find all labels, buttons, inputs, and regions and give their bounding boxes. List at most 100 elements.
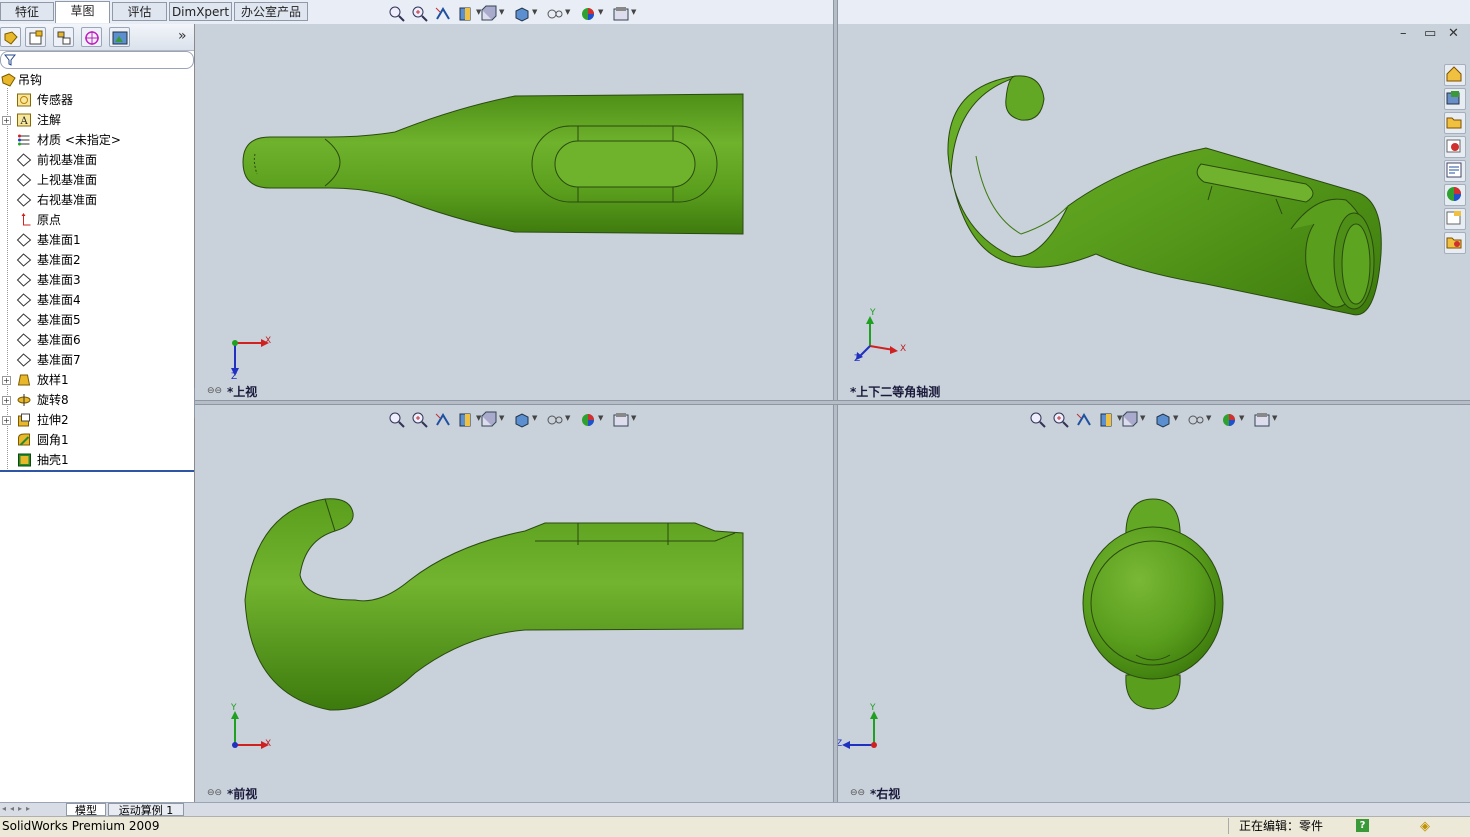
design-library-icon[interactable] xyxy=(1444,88,1466,110)
apply-scene-icon[interactable] xyxy=(1253,411,1271,429)
viewport-right[interactable]: Y Z ⊖⊖ *右视 xyxy=(836,405,1470,802)
tree-item[interactable]: + 旋转8 xyxy=(0,390,194,410)
custom-properties-icon[interactable] xyxy=(1444,208,1466,230)
tree-item[interactable]: + A 注解 xyxy=(0,110,194,130)
tree-root-part[interactable]: 吊钩 xyxy=(0,70,194,90)
dropdown-arrow-icon[interactable]: ▼ xyxy=(499,8,504,16)
edit-appearance-icon[interactable] xyxy=(1220,411,1238,429)
tree-item[interactable]: 传感器 xyxy=(0,90,194,110)
tab-features[interactable]: 特征 xyxy=(0,2,54,21)
tree-item[interactable]: + 放样1 xyxy=(0,370,194,390)
tab-dimxpert[interactable]: DimXpert xyxy=(169,2,232,21)
tab-motion-study[interactable]: 运动算例 1 xyxy=(108,803,184,817)
viewport-dimetric[interactable]: – ▭ ✕ Y X Z *上下二等角轴测 xyxy=(836,24,1470,400)
view-orientation-icon[interactable] xyxy=(1121,411,1139,429)
section-view-icon[interactable] xyxy=(1098,411,1116,429)
link-views-icon-front[interactable]: ⊖⊖ xyxy=(207,788,222,798)
configuration-manager-tab[interactable] xyxy=(53,27,74,47)
dropdown-arrow-icon[interactable]: ▼ xyxy=(631,414,636,422)
tree-item[interactable]: 基准面1 xyxy=(0,230,194,250)
expand-plus-icon[interactable]: + xyxy=(2,376,11,385)
display-manager-tab[interactable] xyxy=(109,27,130,47)
viewport-top[interactable]: X Z ⊖⊖ *上视 xyxy=(195,24,832,400)
tree-item[interactable]: 上视基准面 xyxy=(0,170,194,190)
dropdown-arrow-icon[interactable]: ▼ xyxy=(565,414,570,422)
tab-scroll-arrows-icon[interactable]: ◂◂▸▸ xyxy=(2,804,60,815)
expand-panel-chevron-icon[interactable]: » xyxy=(178,28,187,44)
tree-rollback-bar[interactable] xyxy=(0,470,194,472)
tree-item[interactable]: 基准面5 xyxy=(0,310,194,330)
expand-plus-icon[interactable]: + xyxy=(2,396,11,405)
solidworks-resources-home-icon[interactable] xyxy=(1444,64,1466,86)
hide-show-items-icon[interactable] xyxy=(1187,411,1205,429)
tab-evaluate[interactable]: 评估 xyxy=(112,2,167,21)
tree-item[interactable]: 圆角1 xyxy=(0,430,194,450)
dropdown-arrow-icon[interactable]: ▼ xyxy=(1272,414,1277,422)
zoom-to-fit-icon[interactable] xyxy=(388,5,406,23)
previous-view-icon[interactable] xyxy=(434,411,452,429)
rebuild-tag-icon[interactable]: ◈ xyxy=(1420,818,1430,836)
zoom-to-fit-icon[interactable] xyxy=(1029,411,1047,429)
dropdown-arrow-icon[interactable]: ▼ xyxy=(598,8,603,16)
viewport-splitter-horizontal[interactable] xyxy=(195,400,1470,405)
tab-model[interactable]: 模型 xyxy=(66,803,106,817)
tree-item[interactable]: 基准面7 xyxy=(0,350,194,370)
tree-item[interactable]: 基准面2 xyxy=(0,250,194,270)
hide-show-items-icon[interactable] xyxy=(546,5,564,23)
property-manager-tab[interactable] xyxy=(25,27,46,47)
tree-item[interactable]: 原点 xyxy=(0,210,194,230)
tree-item[interactable]: 基准面6 xyxy=(0,330,194,350)
link-views-icon[interactable]: ⊖⊖ xyxy=(207,386,222,396)
search-icon[interactable] xyxy=(1444,136,1466,158)
tree-item[interactable]: 基准面3 xyxy=(0,270,194,290)
dropdown-arrow-icon[interactable]: ▼ xyxy=(532,8,537,16)
previous-view-icon[interactable] xyxy=(1075,411,1093,429)
dropdown-arrow-icon[interactable]: ▼ xyxy=(598,414,603,422)
view-palette-icon[interactable] xyxy=(1444,160,1466,182)
dropdown-arrow-icon[interactable]: ▼ xyxy=(1173,414,1178,422)
edit-appearance-icon[interactable] xyxy=(579,411,597,429)
display-style-icon[interactable] xyxy=(513,411,531,429)
help-icon[interactable]: ? xyxy=(1356,819,1369,832)
view-orientation-icon[interactable] xyxy=(480,411,498,429)
tree-item[interactable]: 前视基准面 xyxy=(0,150,194,170)
expand-plus-icon[interactable]: + xyxy=(2,116,11,125)
section-view-icon[interactable] xyxy=(457,5,475,23)
tree-item[interactable]: 基准面4 xyxy=(0,290,194,310)
zoom-to-fit-icon[interactable] xyxy=(388,411,406,429)
dropdown-arrow-icon[interactable]: ▼ xyxy=(499,414,504,422)
display-style-icon[interactable] xyxy=(513,5,531,23)
hide-show-items-icon[interactable] xyxy=(546,411,564,429)
dimxpert-manager-tab[interactable] xyxy=(81,27,102,47)
apply-scene-icon[interactable] xyxy=(612,5,630,23)
zoom-to-area-icon[interactable] xyxy=(1052,411,1070,429)
link-views-icon-right[interactable]: ⊖⊖ xyxy=(850,788,865,798)
tree-item[interactable]: 右视基准面 xyxy=(0,190,194,210)
tree-item[interactable]: 材质 <未指定> xyxy=(0,130,194,150)
tree-filter-input[interactable] xyxy=(0,51,194,69)
feature-tree-tab[interactable] xyxy=(0,27,21,47)
view-orientation-icon[interactable] xyxy=(480,5,498,23)
tab-office-products[interactable]: 办公室产品 xyxy=(234,2,308,21)
zoom-to-area-icon[interactable] xyxy=(411,5,429,23)
display-style-icon[interactable] xyxy=(1154,411,1172,429)
dropdown-arrow-icon[interactable]: ▼ xyxy=(1206,414,1211,422)
tree-item[interactable]: 抽壳1 xyxy=(0,450,194,470)
dropdown-arrow-icon[interactable]: ▼ xyxy=(565,8,570,16)
previous-view-icon[interactable] xyxy=(434,5,452,23)
section-view-icon[interactable] xyxy=(457,411,475,429)
dropdown-arrow-icon[interactable]: ▼ xyxy=(1239,414,1244,422)
file-explorer-icon[interactable] xyxy=(1444,112,1466,134)
dropdown-arrow-icon[interactable]: ▼ xyxy=(532,414,537,422)
dropdown-arrow-icon[interactable]: ▼ xyxy=(1140,414,1145,422)
apply-scene-icon[interactable] xyxy=(612,411,630,429)
tree-item[interactable]: + 拉伸2 xyxy=(0,410,194,430)
appearances-icon[interactable] xyxy=(1444,184,1466,206)
viewport-front[interactable]: Y X ⊖⊖ *前视 xyxy=(195,405,832,802)
tab-sketch[interactable]: 草图 xyxy=(55,1,110,23)
edit-appearance-icon[interactable] xyxy=(579,5,597,23)
recent-documents-icon[interactable] xyxy=(1444,232,1466,254)
expand-plus-icon[interactable]: + xyxy=(2,416,11,425)
dropdown-arrow-icon[interactable]: ▼ xyxy=(631,8,636,16)
zoom-to-area-icon[interactable] xyxy=(411,411,429,429)
